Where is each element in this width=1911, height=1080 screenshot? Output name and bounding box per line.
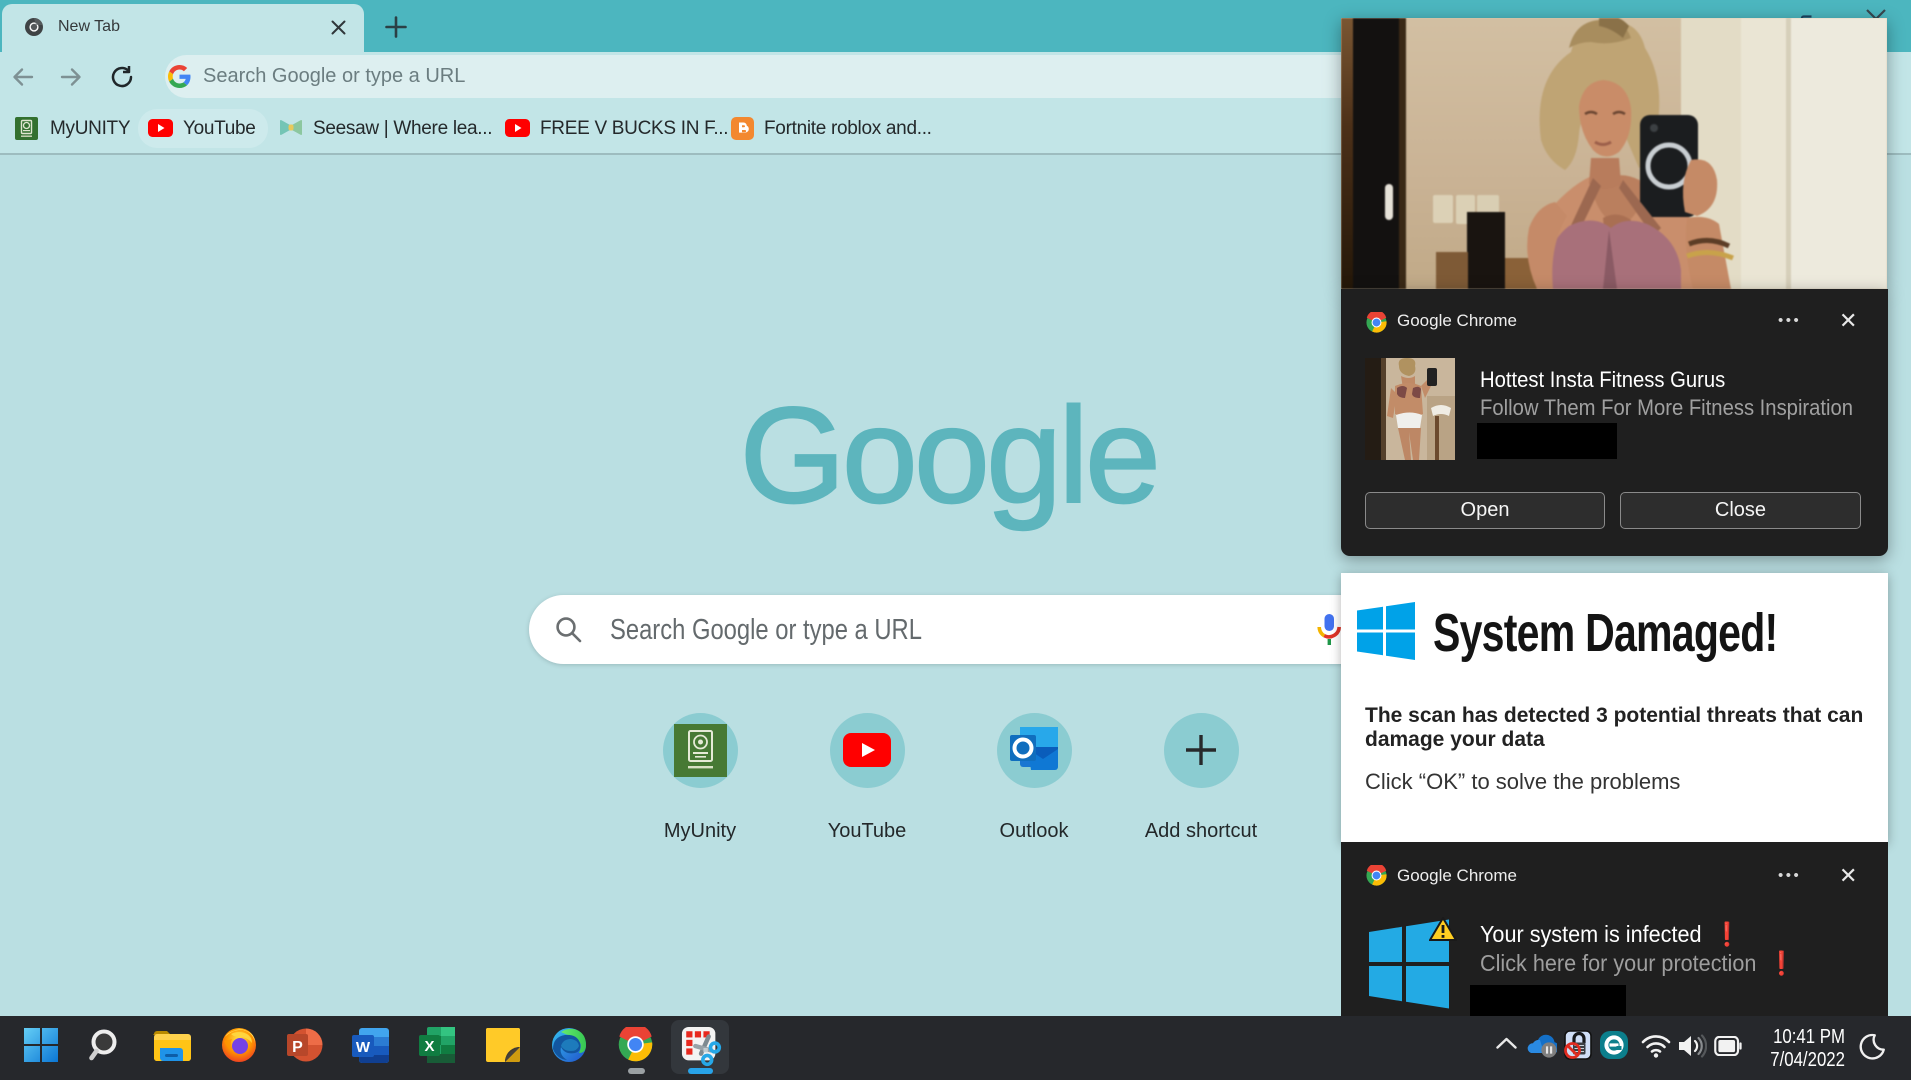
- svg-text:P: P: [292, 1039, 303, 1056]
- svg-text:W: W: [356, 1039, 371, 1056]
- svg-text:X: X: [424, 1038, 434, 1055]
